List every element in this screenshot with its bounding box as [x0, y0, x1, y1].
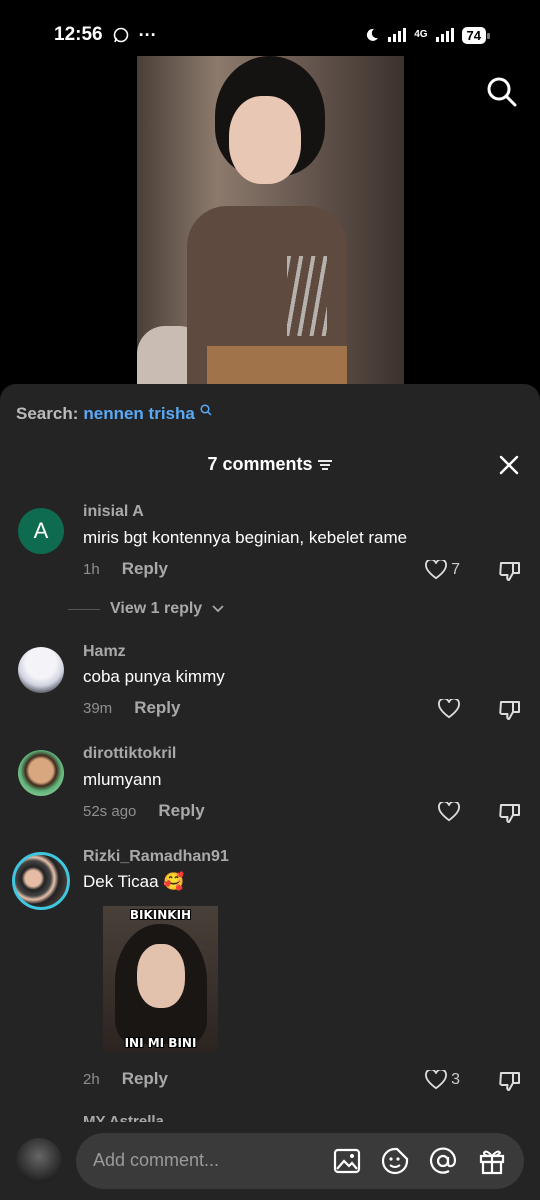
more-notifications-icon: ··· — [138, 24, 157, 45]
sticker-caption-top: BIKINKIH — [129, 908, 192, 922]
comments-count-title[interactable]: 7 comments — [0, 454, 540, 475]
reply-button[interactable]: Reply — [122, 1069, 168, 1089]
comment-username[interactable]: Rizki_Ramadhan91 — [83, 848, 229, 866]
reply-button[interactable]: Reply — [134, 698, 180, 718]
chevron-down-icon — [212, 605, 224, 613]
comment-meta: 52s ago Reply — [83, 801, 205, 821]
battery-indicator: 74 — [461, 26, 491, 44]
comment-text: coba punya kimmy — [83, 667, 225, 686]
whatsapp-icon — [113, 27, 128, 43]
comment-sticker[interactable]: BIKINKIH INI MI BINI — [103, 906, 218, 1052]
heart-icon — [438, 802, 460, 822]
comment-time: 52s ago — [83, 802, 137, 820]
reply-button[interactable]: Reply — [122, 559, 168, 579]
video-player[interactable] — [137, 56, 404, 386]
avatar[interactable] — [18, 750, 64, 796]
comment-time: 1h — [83, 560, 100, 578]
status-time: 12:56 — [54, 24, 103, 45]
heart-icon — [438, 699, 460, 719]
reply-button[interactable]: Reply — [158, 801, 204, 821]
like-count: 3 — [451, 1071, 460, 1088]
avatar[interactable] — [18, 647, 64, 693]
signal-icon — [388, 28, 407, 42]
my-avatar[interactable] — [16, 1138, 62, 1184]
mention-icon[interactable] — [429, 1147, 457, 1175]
dislike-icon[interactable] — [498, 801, 522, 825]
comment-meta: 1h Reply — [83, 559, 168, 579]
comment-username[interactable]: Hamz — [83, 643, 126, 661]
search-small-icon — [200, 404, 212, 416]
emoji-icon[interactable] — [381, 1147, 409, 1175]
comment-username[interactable]: dirottiktokril — [83, 745, 176, 763]
signal-icon-2 — [435, 28, 454, 42]
network-type: 4G — [414, 29, 428, 40]
divider — [68, 608, 100, 610]
dislike-icon[interactable] — [498, 559, 522, 583]
comment-text: miris bgt kontennya beginian, kebelet ra… — [83, 528, 408, 547]
heart-icon — [425, 560, 448, 580]
heart-icon — [425, 1070, 448, 1090]
avatar[interactable] — [12, 852, 70, 910]
comment-meta: 39m Reply — [83, 698, 180, 718]
close-icon[interactable] — [498, 454, 520, 476]
like-button[interactable] — [438, 699, 460, 719]
like-button[interactable]: 3 — [425, 1070, 460, 1090]
search-label: Search: — [16, 404, 79, 423]
comment-username[interactable]: inisial A — [83, 503, 144, 521]
search-suggestion[interactable]: Search: nennen trisha — [16, 404, 212, 424]
avatar[interactable]: A — [18, 508, 64, 554]
image-icon[interactable] — [333, 1147, 361, 1175]
comment-meta: 2h Reply — [83, 1069, 168, 1089]
like-button[interactable]: 7 — [425, 560, 460, 580]
comment-time: 2h — [83, 1070, 100, 1088]
moon-icon — [367, 28, 379, 41]
like-count: 7 — [451, 561, 460, 578]
gift-icon[interactable] — [478, 1147, 506, 1175]
like-button[interactable] — [438, 802, 460, 822]
view-replies-button[interactable]: View 1 reply — [68, 600, 224, 618]
search-term[interactable]: nennen trisha — [83, 404, 194, 424]
dislike-icon[interactable] — [498, 698, 522, 722]
comment-text: Dek Ticaa 🥰 — [83, 872, 185, 891]
comment-time: 39m — [83, 699, 113, 717]
comment-text: mlumyann — [83, 770, 162, 789]
search-icon[interactable] — [486, 76, 518, 108]
sticker-caption-bottom: INI MI BINI — [124, 1036, 197, 1050]
comment-input-placeholder: Add comment... — [93, 1150, 220, 1170]
filter-icon[interactable] — [317, 458, 333, 472]
dislike-icon[interactable] — [498, 1069, 522, 1093]
